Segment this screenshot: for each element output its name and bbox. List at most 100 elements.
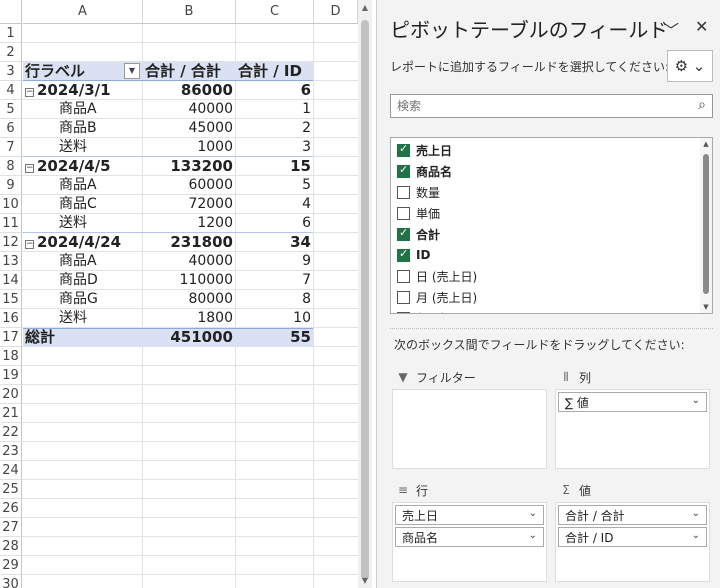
row-header[interactable]: 13 [0,252,22,271]
row-header[interactable]: 8 [0,157,22,176]
scroll-up-arrow-icon[interactable]: ▲ [700,140,712,148]
field-item[interactable]: 数量 [397,182,440,202]
pivot-item-row[interactable]: 商品G [59,290,142,309]
field-item[interactable]: 商品名 [397,161,452,181]
pivot-item-row[interactable]: 送料 [59,138,142,157]
row-header[interactable]: 14 [0,271,22,290]
field-item[interactable]: ID [397,245,430,265]
pivot-item-id[interactable]: 2 [238,119,313,138]
pivot-value-header[interactable]: 合計 / 合計 [145,62,235,81]
row-header[interactable]: 22 [0,423,22,442]
row-header[interactable]: 17 [0,328,22,347]
field-item[interactable]: 合計 [397,224,440,244]
pivot-group-id[interactable]: 15 [238,157,313,176]
row-header[interactable]: 7 [0,138,22,157]
row-header[interactable]: 2 [0,43,22,62]
row-header[interactable]: 18 [0,347,22,366]
pivot-item-row[interactable]: 商品A [59,100,142,119]
scroll-thumb[interactable] [703,154,709,294]
column-header-a[interactable]: A [23,0,143,24]
pivot-group-id[interactable]: 34 [238,233,313,252]
search-input[interactable] [391,95,681,117]
filter-drop-zone[interactable] [392,389,547,469]
pivot-grand-total-label[interactable]: 総計 [25,328,142,347]
pivot-item-row[interactable]: 商品D [59,271,142,290]
chevron-down-icon[interactable]: ⌄ [692,508,700,519]
rows-drop-zone[interactable]: 売上日 ⌄ 商品名 ⌄ [392,502,547,582]
column-header-c[interactable]: C [236,0,314,24]
row-header[interactable]: 23 [0,442,22,461]
row-header[interactable]: 30 [0,575,22,588]
values-chip-sum-total[interactable]: 合計 / 合計 ⌄ [558,505,707,525]
pivot-item-row[interactable]: 商品A [59,176,142,195]
checkbox-checked-icon[interactable] [397,163,410,178]
select-all-corner[interactable] [0,0,22,24]
row-header[interactable]: 1 [0,24,22,43]
row-label-filter-button[interactable]: ▼ [124,63,140,79]
pivot-item-row[interactable]: 商品A [59,252,142,271]
row-header[interactable]: 10 [0,195,22,214]
pivot-item-sum[interactable]: 40000 [145,100,235,119]
pivot-item-sum[interactable]: 1000 [145,138,235,157]
columns-chip-values[interactable]: ∑ 値 ⌄ [558,392,707,412]
field-item[interactable]: 月 (売上日) [397,287,477,307]
collapse-icon[interactable]: − [25,164,34,173]
pivot-item-sum[interactable]: 80000 [145,290,235,309]
pivot-item-sum[interactable]: 110000 [145,271,235,290]
collapse-icon[interactable]: − [25,88,34,97]
rows-chip-sales-date[interactable]: 売上日 ⌄ [395,505,544,525]
scroll-down-arrow-icon[interactable]: ▼ [700,303,712,311]
row-header[interactable]: 28 [0,537,22,556]
rows-chip-product-name[interactable]: 商品名 ⌄ [395,527,544,547]
pivot-group-row[interactable]: −2024/3/1 [25,81,142,100]
pivot-item-id[interactable]: 1 [238,100,313,119]
pivot-item-id[interactable]: 6 [238,214,313,233]
pivot-item-row[interactable]: 商品B [59,119,142,138]
chevron-down-icon[interactable]: ⌄ [529,508,537,519]
pivot-grand-total-sum[interactable]: 451000 [145,328,235,347]
column-header-b[interactable]: B [143,0,236,24]
row-header[interactable]: 24 [0,461,22,480]
pivot-item-sum[interactable]: 1200 [145,214,235,233]
row-header[interactable]: 21 [0,404,22,423]
chevron-down-icon[interactable]: ⌄ [692,395,700,406]
pivot-item-sum[interactable]: 45000 [145,119,235,138]
values-drop-zone[interactable]: 合計 / 合計 ⌄ 合計 / ID ⌄ [555,502,710,582]
sheet-vertical-scrollbar[interactable]: ▲ ▼ [358,0,372,588]
search-icon[interactable]: ⌕ [698,97,706,113]
close-icon[interactable]: ✕ [695,17,708,36]
row-header[interactable]: 15 [0,290,22,309]
row-header[interactable]: 4 [0,81,22,100]
spreadsheet-grid[interactable]: ABCD 1 2 3 4 5 6 7 8 9 10 11 12 13 14 15 16 17 18 19 20 21 22… [0,0,358,588]
pivot-item-sum[interactable]: 1800 [145,309,235,328]
row-header[interactable]: 16 [0,309,22,328]
collapse-icon[interactable]: − [25,240,34,249]
pivot-group-sum[interactable]: 133200 [145,157,235,176]
row-header[interactable]: 20 [0,385,22,404]
pivot-item-id[interactable]: 5 [238,176,313,195]
row-header[interactable]: 29 [0,556,22,575]
pivot-item-id[interactable]: 9 [238,252,313,271]
pivot-item-id[interactable]: 8 [238,290,313,309]
chevron-down-icon[interactable]: ⌄ [529,530,537,541]
checkbox-icon[interactable] [397,206,410,220]
field-item[interactable]: 年 (売上日) [397,308,477,313]
pivot-item-row[interactable]: 商品C [59,195,142,214]
checkbox-checked-icon[interactable] [397,247,410,262]
pivot-item-id[interactable]: 4 [238,195,313,214]
scroll-up-arrow-icon[interactable]: ▲ [358,3,372,12]
pivot-group-row[interactable]: −2024/4/5 [25,157,142,176]
row-header[interactable]: 19 [0,366,22,385]
pivot-item-sum[interactable]: 60000 [145,176,235,195]
checkbox-icon[interactable] [397,311,410,313]
scroll-thumb[interactable] [361,20,369,580]
values-chip-sum-id[interactable]: 合計 / ID ⌄ [558,527,707,547]
row-header[interactable]: 27 [0,518,22,537]
pane-splitter[interactable] [390,328,713,329]
checkbox-icon[interactable] [397,269,410,283]
pivot-item-row[interactable]: 送料 [59,309,142,328]
checkbox-checked-icon[interactable] [397,226,410,241]
pivot-item-sum[interactable]: 40000 [145,252,235,271]
pivot-item-row[interactable]: 送料 [59,214,142,233]
row-header[interactable]: 9 [0,176,22,195]
